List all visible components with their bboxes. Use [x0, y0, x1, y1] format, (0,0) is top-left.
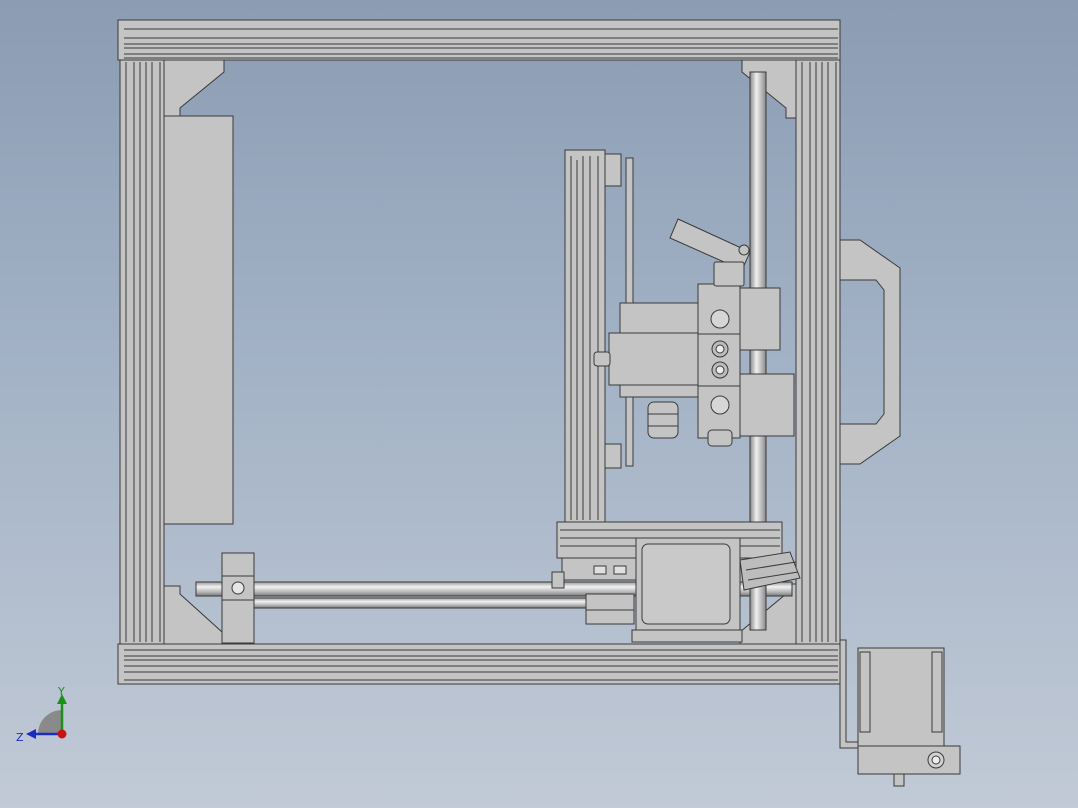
lead-screw[interactable]	[253, 597, 593, 609]
triad-y-label: Y	[58, 685, 65, 698]
assembly-model[interactable]	[0, 0, 1078, 808]
rod-support-block[interactable]	[221, 552, 255, 644]
right-frame-profile[interactable]	[795, 59, 841, 645]
tool-head-pulley[interactable]	[647, 401, 679, 439]
left-frame-profile[interactable]	[119, 59, 165, 645]
adjust-screw-upper[interactable]	[710, 309, 730, 329]
orientation-triad[interactable]: Y Z	[12, 686, 76, 752]
cad-viewport[interactable]: Y Z	[0, 0, 1078, 808]
triad-x-axis-dot	[57, 729, 67, 739]
triad-quarter-disc	[38, 710, 62, 734]
adjust-screw-bottom[interactable]	[710, 395, 730, 415]
angled-nozzle[interactable]	[669, 218, 751, 287]
lead-screw-nut[interactable]	[585, 593, 635, 625]
external-stepper-motor[interactable]	[839, 639, 961, 787]
top-frame-profile[interactable]	[117, 19, 841, 61]
carry-handle[interactable]	[839, 239, 901, 465]
bottom-frame-profile[interactable]	[117, 643, 841, 685]
horizontal-stepper-motor[interactable]	[631, 537, 743, 643]
left-side-panel[interactable]	[163, 115, 234, 525]
triad-z-label: Z	[16, 731, 24, 744]
corner-bracket-top-left[interactable]	[163, 59, 225, 117]
